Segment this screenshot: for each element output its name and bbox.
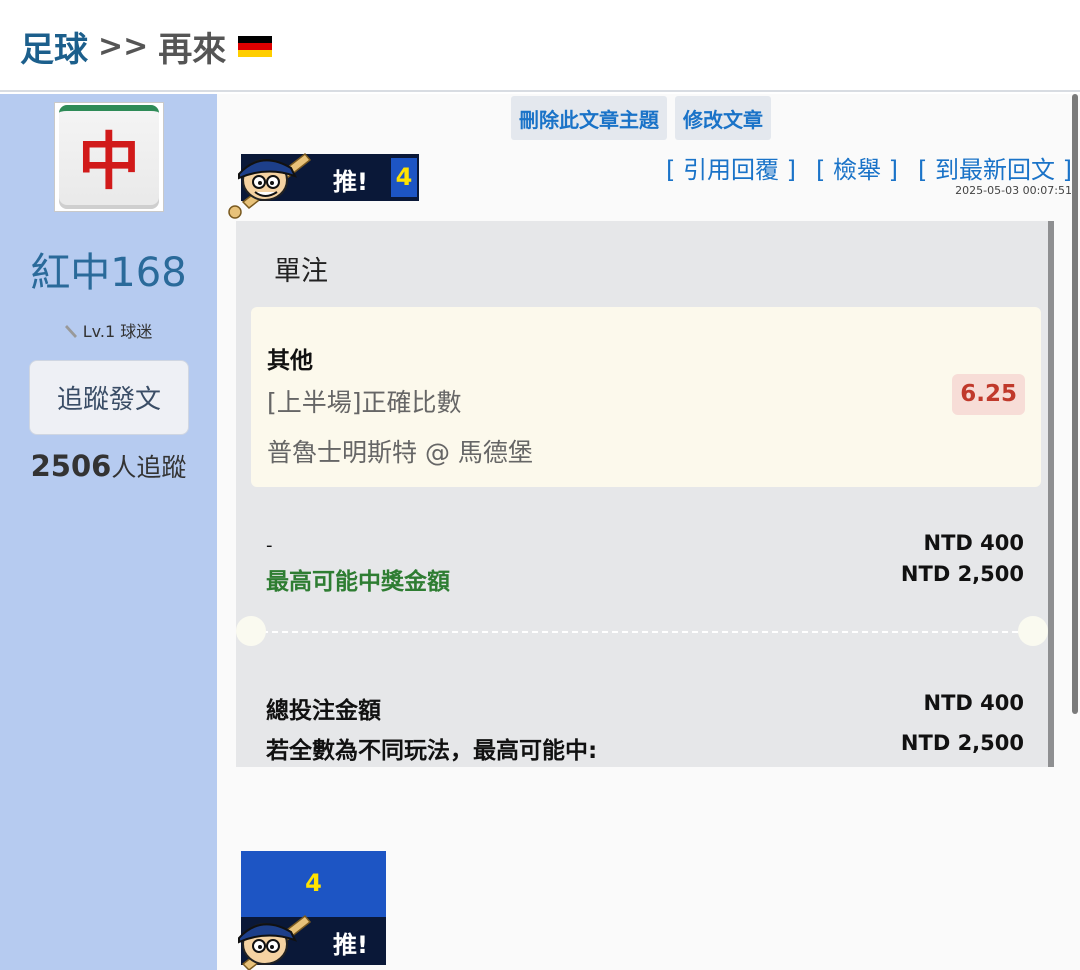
ticket-notch-left bbox=[236, 616, 266, 646]
follow-button[interactable]: 追蹤發文 bbox=[29, 360, 189, 435]
all-diff-label: 若全數為不同玩法，最高可能中: bbox=[266, 738, 598, 764]
user-name[interactable]: 紅中168 bbox=[0, 240, 217, 298]
delete-topic-button[interactable]: 刪除此文章主題 bbox=[511, 96, 667, 140]
quote-reply-link[interactable]: [ 引用回覆 ] bbox=[666, 150, 796, 185]
avatar-char: 中 bbox=[78, 125, 140, 198]
germany-flag-icon bbox=[238, 35, 273, 58]
ticket-perforation bbox=[252, 631, 1038, 633]
stake-dash: - bbox=[266, 535, 273, 556]
bet-market: [上半場]正確比數 bbox=[267, 388, 462, 417]
pencil-icon bbox=[64, 325, 77, 338]
post-actions: 刪除此文章主題 修改文章 bbox=[511, 96, 771, 140]
breadcrumb: 足球 >> 再來 bbox=[20, 22, 273, 71]
page-title: 再來 bbox=[158, 30, 227, 70]
follower-count: 2506人追蹤 bbox=[0, 448, 217, 484]
bet-match: 普魯士明斯特 @ 馬德堡 bbox=[267, 438, 533, 467]
stake-amount: NTD 400 bbox=[923, 531, 1024, 555]
post-links: [ 引用回覆 ] [ 檢舉 ] [ 到最新回文 ] bbox=[666, 150, 1072, 185]
max-payout-label: 最高可能中獎金額 bbox=[266, 569, 450, 595]
avatar[interactable]: 中 bbox=[54, 102, 164, 212]
baseball-mascot-icon bbox=[238, 914, 311, 970]
total-stake-amount: NTD 400 bbox=[923, 691, 1024, 715]
user-level: Lv.1 球迷 bbox=[0, 318, 217, 342]
post-timestamp: 2025-05-03 00:07:51 bbox=[955, 184, 1072, 197]
follower-number: 2506 bbox=[30, 449, 112, 483]
bet-category: 其他 bbox=[267, 348, 313, 374]
push-count-bottom: 4 bbox=[305, 869, 322, 897]
post-content: 刪除此文章主題 修改文章 [ 引用回覆 ] [ 檢舉 ] [ 到最新回文 ] 2… bbox=[217, 94, 1080, 970]
max-payout-amount: NTD 2,500 bbox=[900, 562, 1024, 586]
ticket-notch-right bbox=[1018, 616, 1048, 646]
push-label-bottom: 推! bbox=[333, 931, 368, 959]
bet-selection-card: 其他 [上半場]正確比數 普魯士明斯特 @ 馬德堡 6.25 bbox=[251, 307, 1041, 487]
author-sidebar: 中 紅中168 Lv.1 球迷 追蹤發文 2506人追蹤 bbox=[0, 94, 217, 970]
page-header: 足球 >> 再來 bbox=[0, 0, 1080, 92]
breadcrumb-link-football[interactable]: 足球 bbox=[20, 22, 88, 71]
breadcrumb-separator: >> bbox=[98, 29, 149, 64]
latest-reply-link[interactable]: [ 到最新回文 ] bbox=[918, 150, 1072, 185]
baseball-mascot-icon bbox=[228, 152, 311, 219]
mahjong-tile-icon: 中 bbox=[59, 105, 159, 209]
report-link[interactable]: [ 檢舉 ] bbox=[816, 150, 898, 185]
page: 足球 >> 再來 中 紅中168 Lv.1 球迷 追蹤發文 2506人追蹤 刪除… bbox=[0, 0, 1080, 970]
odds-badge: 6.25 bbox=[952, 374, 1025, 415]
bet-type: 單注 bbox=[274, 256, 328, 287]
follower-label: 人追蹤 bbox=[111, 453, 187, 482]
push-count: 4 bbox=[391, 158, 417, 197]
total-stake-label: 總投注金額 bbox=[266, 698, 381, 724]
edit-post-button[interactable]: 修改文章 bbox=[675, 96, 771, 140]
all-diff-amount: NTD 2,500 bbox=[900, 731, 1024, 755]
scrollbar[interactable] bbox=[1072, 94, 1078, 714]
bet-ticket: 單注 其他 [上半場]正確比數 普魯士明斯特 @ 馬德堡 6.25 - NTD … bbox=[236, 221, 1054, 767]
level-text: Lv.1 球迷 bbox=[82, 322, 153, 341]
push-label: 推! bbox=[333, 168, 368, 196]
